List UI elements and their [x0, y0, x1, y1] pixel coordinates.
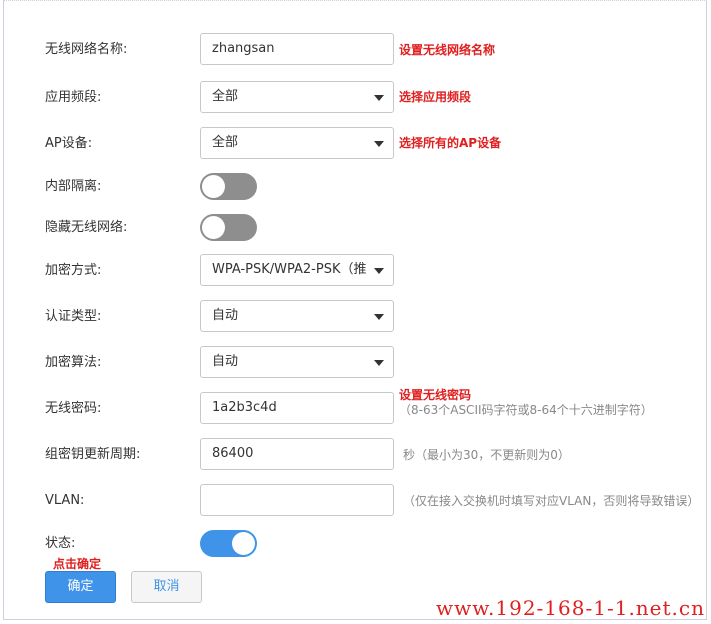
ap-row: AP设备: 全部 选择所有的AP设备	[0, 127, 711, 161]
hide-ssid-row: 隐藏无线网络:	[0, 211, 711, 245]
cipher-label: 加密算法:	[45, 355, 102, 370]
chevron-down-icon	[374, 314, 384, 320]
ap-select-value: 全部	[212, 135, 239, 150]
hide-ssid-toggle[interactable]	[200, 214, 257, 241]
chevron-down-icon	[374, 268, 384, 274]
vlan-label: VLAN:	[45, 493, 85, 508]
isolation-label: 内部隔离:	[45, 179, 102, 194]
cipher-select[interactable]: 自动	[200, 346, 394, 378]
rekey-input[interactable]: 86400	[200, 438, 394, 470]
band-row: 应用频段: 全部 选择应用频段	[0, 81, 711, 115]
ap-annotation: 选择所有的AP设备	[399, 136, 502, 150]
auth-row: 认证类型: 自动	[0, 300, 711, 334]
ssid-label: 无线网络名称:	[45, 42, 128, 57]
ap-label: AP设备:	[45, 136, 93, 151]
ssid-row: 无线网络名称: zhangsan 设置无线网络名称	[0, 33, 711, 67]
status-row: 状态:	[0, 527, 711, 561]
chevron-down-icon	[374, 360, 384, 366]
vlan-row: VLAN: （仅在接入交换机时填写对应VLAN，否则将导致错误）	[0, 484, 711, 518]
cipher-row: 加密算法: 自动	[0, 346, 711, 380]
isolation-toggle[interactable]	[200, 173, 257, 200]
vlan-input[interactable]	[200, 484, 394, 516]
rekey-row: 组密钥更新周期: 86400 秒（最小为30，不更新则为0）	[0, 438, 711, 472]
cancel-button[interactable]: 取消	[131, 571, 202, 603]
ok-annotation: 点击确定	[53, 557, 102, 571]
band-label: 应用频段:	[45, 90, 102, 105]
band-annotation: 选择应用频段	[399, 90, 472, 104]
watermark-text: www.192-168-1-1.net.cn	[436, 596, 705, 620]
encryption-select-value: WPA-PSK/WPA2-PSK（推	[212, 262, 367, 277]
isolation-row: 内部隔离:	[0, 170, 711, 204]
toggle-knob	[202, 216, 225, 239]
password-label: 无线密码:	[45, 401, 102, 416]
encryption-row: 加密方式: WPA-PSK/WPA2-PSK（推	[0, 254, 711, 288]
password-hint: （8-63个ASCII码字符或8-64个十六进制字符）	[399, 403, 653, 417]
chevron-down-icon	[374, 95, 384, 101]
chevron-down-icon	[374, 141, 384, 147]
rekey-hint: 秒（最小为30，不更新则为0）	[403, 448, 570, 462]
auth-select[interactable]: 自动	[200, 300, 394, 332]
auth-select-value: 自动	[212, 308, 239, 323]
band-select-value: 全部	[212, 89, 239, 104]
password-input[interactable]: 1a2b3c4d	[200, 392, 394, 424]
band-select[interactable]: 全部	[200, 81, 394, 113]
ok-button[interactable]: 确定	[45, 571, 116, 603]
panel-top-border	[3, 0, 707, 1]
password-row: 无线密码: 1a2b3c4d 设置无线密码 （8-63个ASCII码字符或8-6…	[0, 388, 711, 426]
ssid-input[interactable]: zhangsan	[200, 33, 394, 65]
cipher-select-value: 自动	[212, 354, 239, 369]
password-annotation: 设置无线密码	[399, 388, 472, 402]
status-toggle[interactable]	[200, 530, 257, 557]
encryption-label: 加密方式:	[45, 263, 102, 278]
toggle-knob	[202, 175, 225, 198]
auth-label: 认证类型:	[45, 309, 102, 324]
ssid-annotation: 设置无线网络名称	[399, 43, 496, 57]
vlan-hint: （仅在接入交换机时填写对应VLAN，否则将导致错误）	[403, 494, 700, 508]
hide-ssid-label: 隐藏无线网络:	[45, 220, 128, 235]
ap-select[interactable]: 全部	[200, 127, 394, 159]
rekey-label: 组密钥更新周期:	[45, 447, 141, 462]
encryption-select[interactable]: WPA-PSK/WPA2-PSK（推	[200, 254, 394, 286]
toggle-knob	[232, 532, 255, 555]
